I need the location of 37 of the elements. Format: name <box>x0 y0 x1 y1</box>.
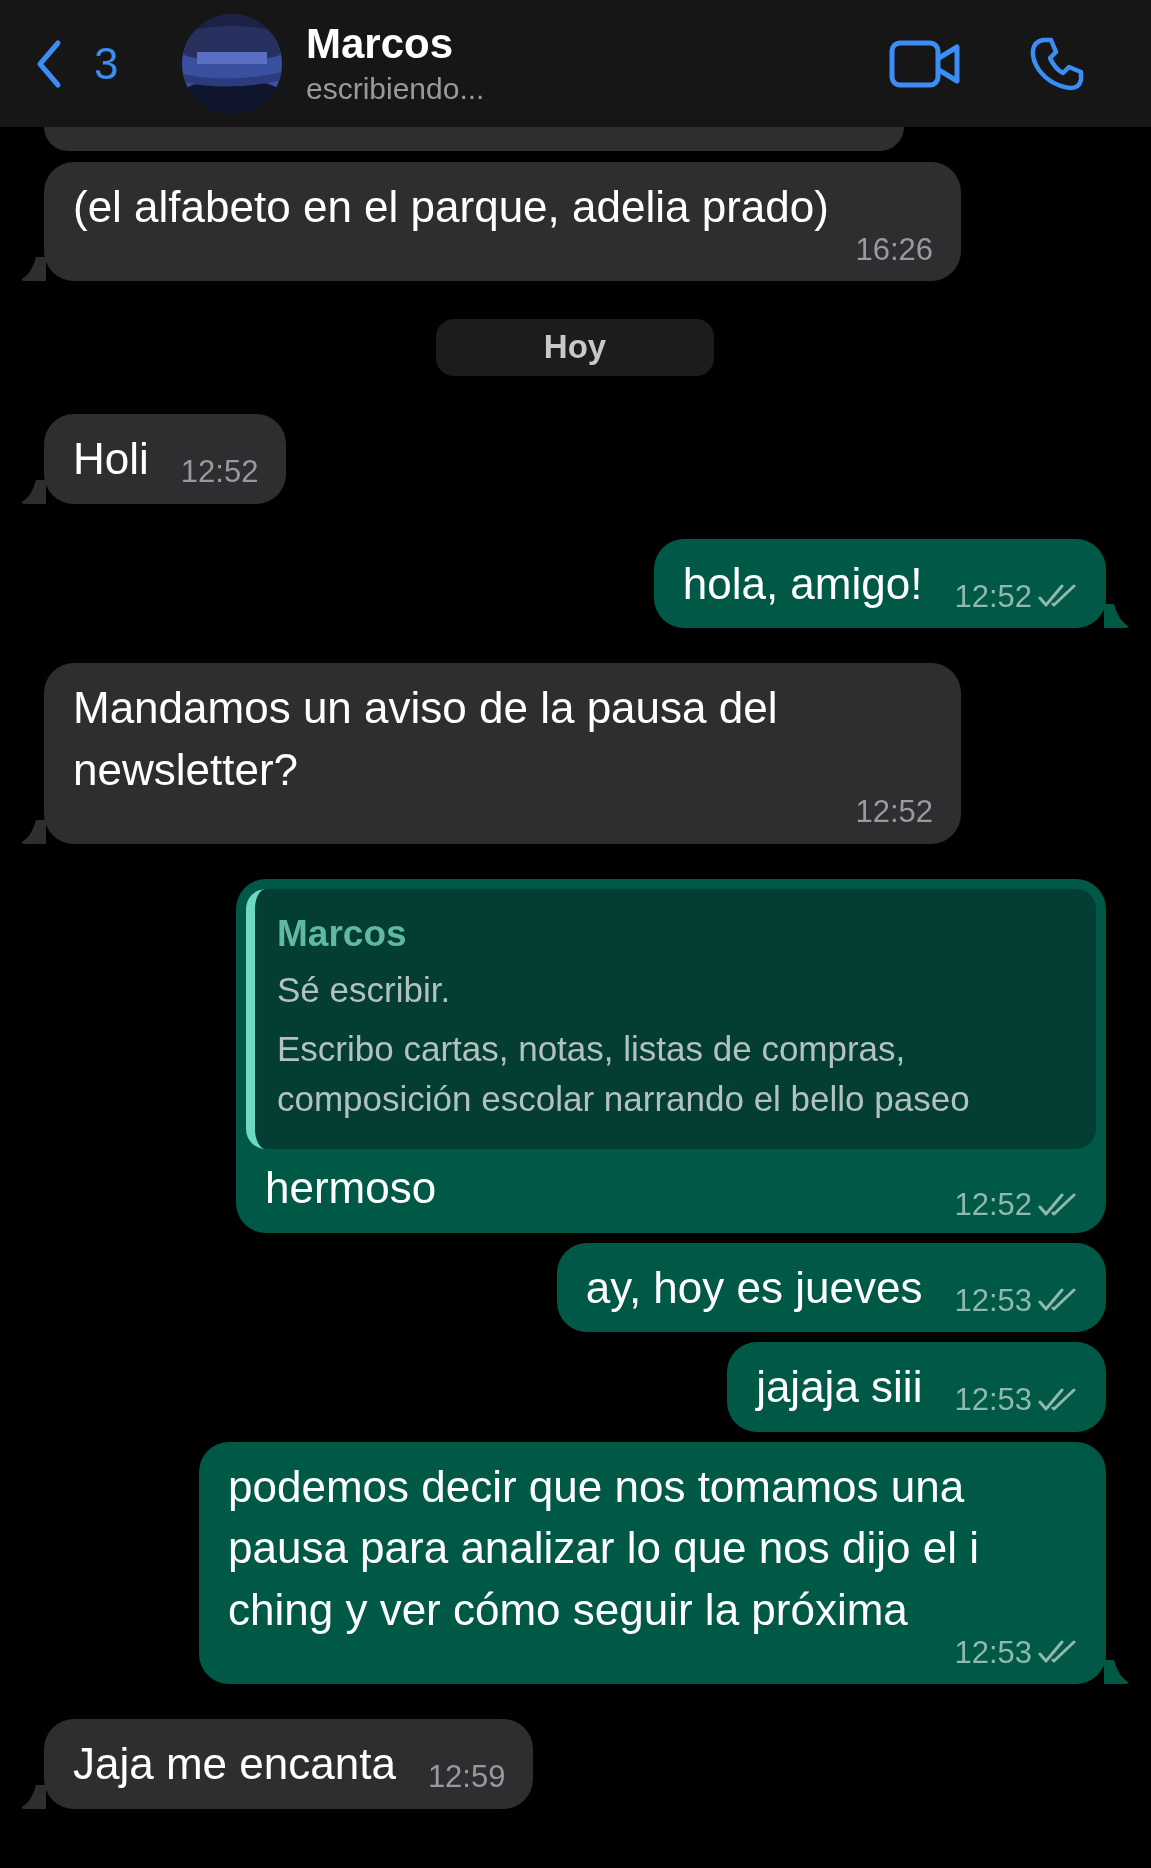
message-time: 12:52 <box>954 1186 1032 1223</box>
quoted-message[interactable]: Marcos Sé escribir. Escribo cartas, notas, listas de compras, composición escolar narrando el bello paseo <box>246 888 1096 1149</box>
date-divider: Hoy <box>436 319 714 376</box>
message-text: hola, amigo! <box>682 557 923 610</box>
message-text: podemos decir que nos tomamos una pausa para analizar lo que nos dijo el i ching y ver cómo seguir la próxima <box>228 1460 980 1636</box>
message-text: (el alfabeto en el parque, adelia prado) <box>73 181 829 233</box>
message-text: jajaja siii <box>756 1361 923 1414</box>
message-time: 12:52 <box>855 793 933 832</box>
message-time: 16:26 <box>855 230 933 269</box>
message-text: ay, hoy es jueves <box>585 1261 923 1314</box>
quote-author: Marcos <box>277 912 408 955</box>
message-bubble[interactable]: (el alfabeto en el parque, adelia prado) 16:26 <box>44 162 961 281</box>
message-bubble[interactable]: podemos decir que nos tomamos una pausa para analizar lo que nos dijo el i ching y ver cómo seguir la próxima 12:53 <box>199 1441 1106 1684</box>
message-bubble[interactable]: Mandamos un aviso de la pausa del newsletter? 12:52 <box>44 663 961 844</box>
quote-text: Escribo cartas, notas, listas de compras, composición escolar narrando el bello paseo <box>277 1027 971 1121</box>
typing-status: escribiendo... <box>306 71 486 106</box>
unread-count[interactable]: 3 <box>94 38 119 89</box>
message-bubble[interactable]: Jaja me encanta 12:59 <box>44 1718 534 1809</box>
message-time: 12:53 <box>954 1281 1032 1320</box>
message-bubble[interactable]: Marcos Sé escribir. Escribo cartas, notas, listas de compras, composición escolar narrando el bello paseo hermoso 12:52 <box>236 878 1106 1233</box>
message-bubble[interactable]: Holi 12:52 <box>44 414 287 504</box>
quote-text: Sé escribir. <box>277 968 452 1011</box>
message-time: 12:52 <box>180 453 259 492</box>
message-time: 12:53 <box>954 1633 1032 1672</box>
message-time: 12:59 <box>427 1758 506 1797</box>
message-bubble[interactable]: hola, amigo! 12:52 <box>653 538 1106 629</box>
message-text: hermoso <box>265 1162 437 1214</box>
message-text: Holi <box>73 433 149 485</box>
message-text: Jaja me encanta <box>73 1737 396 1790</box>
message-time: 12:52 <box>954 577 1032 616</box>
phone-icon[interactable] <box>1029 35 1085 92</box>
message-bubble[interactable]: ay, hoy es jueves 12:53 <box>556 1242 1106 1333</box>
video-call-icon[interactable] <box>889 39 961 88</box>
message-time: 12:53 <box>954 1381 1032 1420</box>
message-bubble[interactable]: jajaja siii 12:53 <box>727 1342 1106 1432</box>
message-text: Mandamos un aviso de la pausa del newsletter? <box>73 682 779 796</box>
contact-name[interactable]: Marcos <box>306 21 889 68</box>
